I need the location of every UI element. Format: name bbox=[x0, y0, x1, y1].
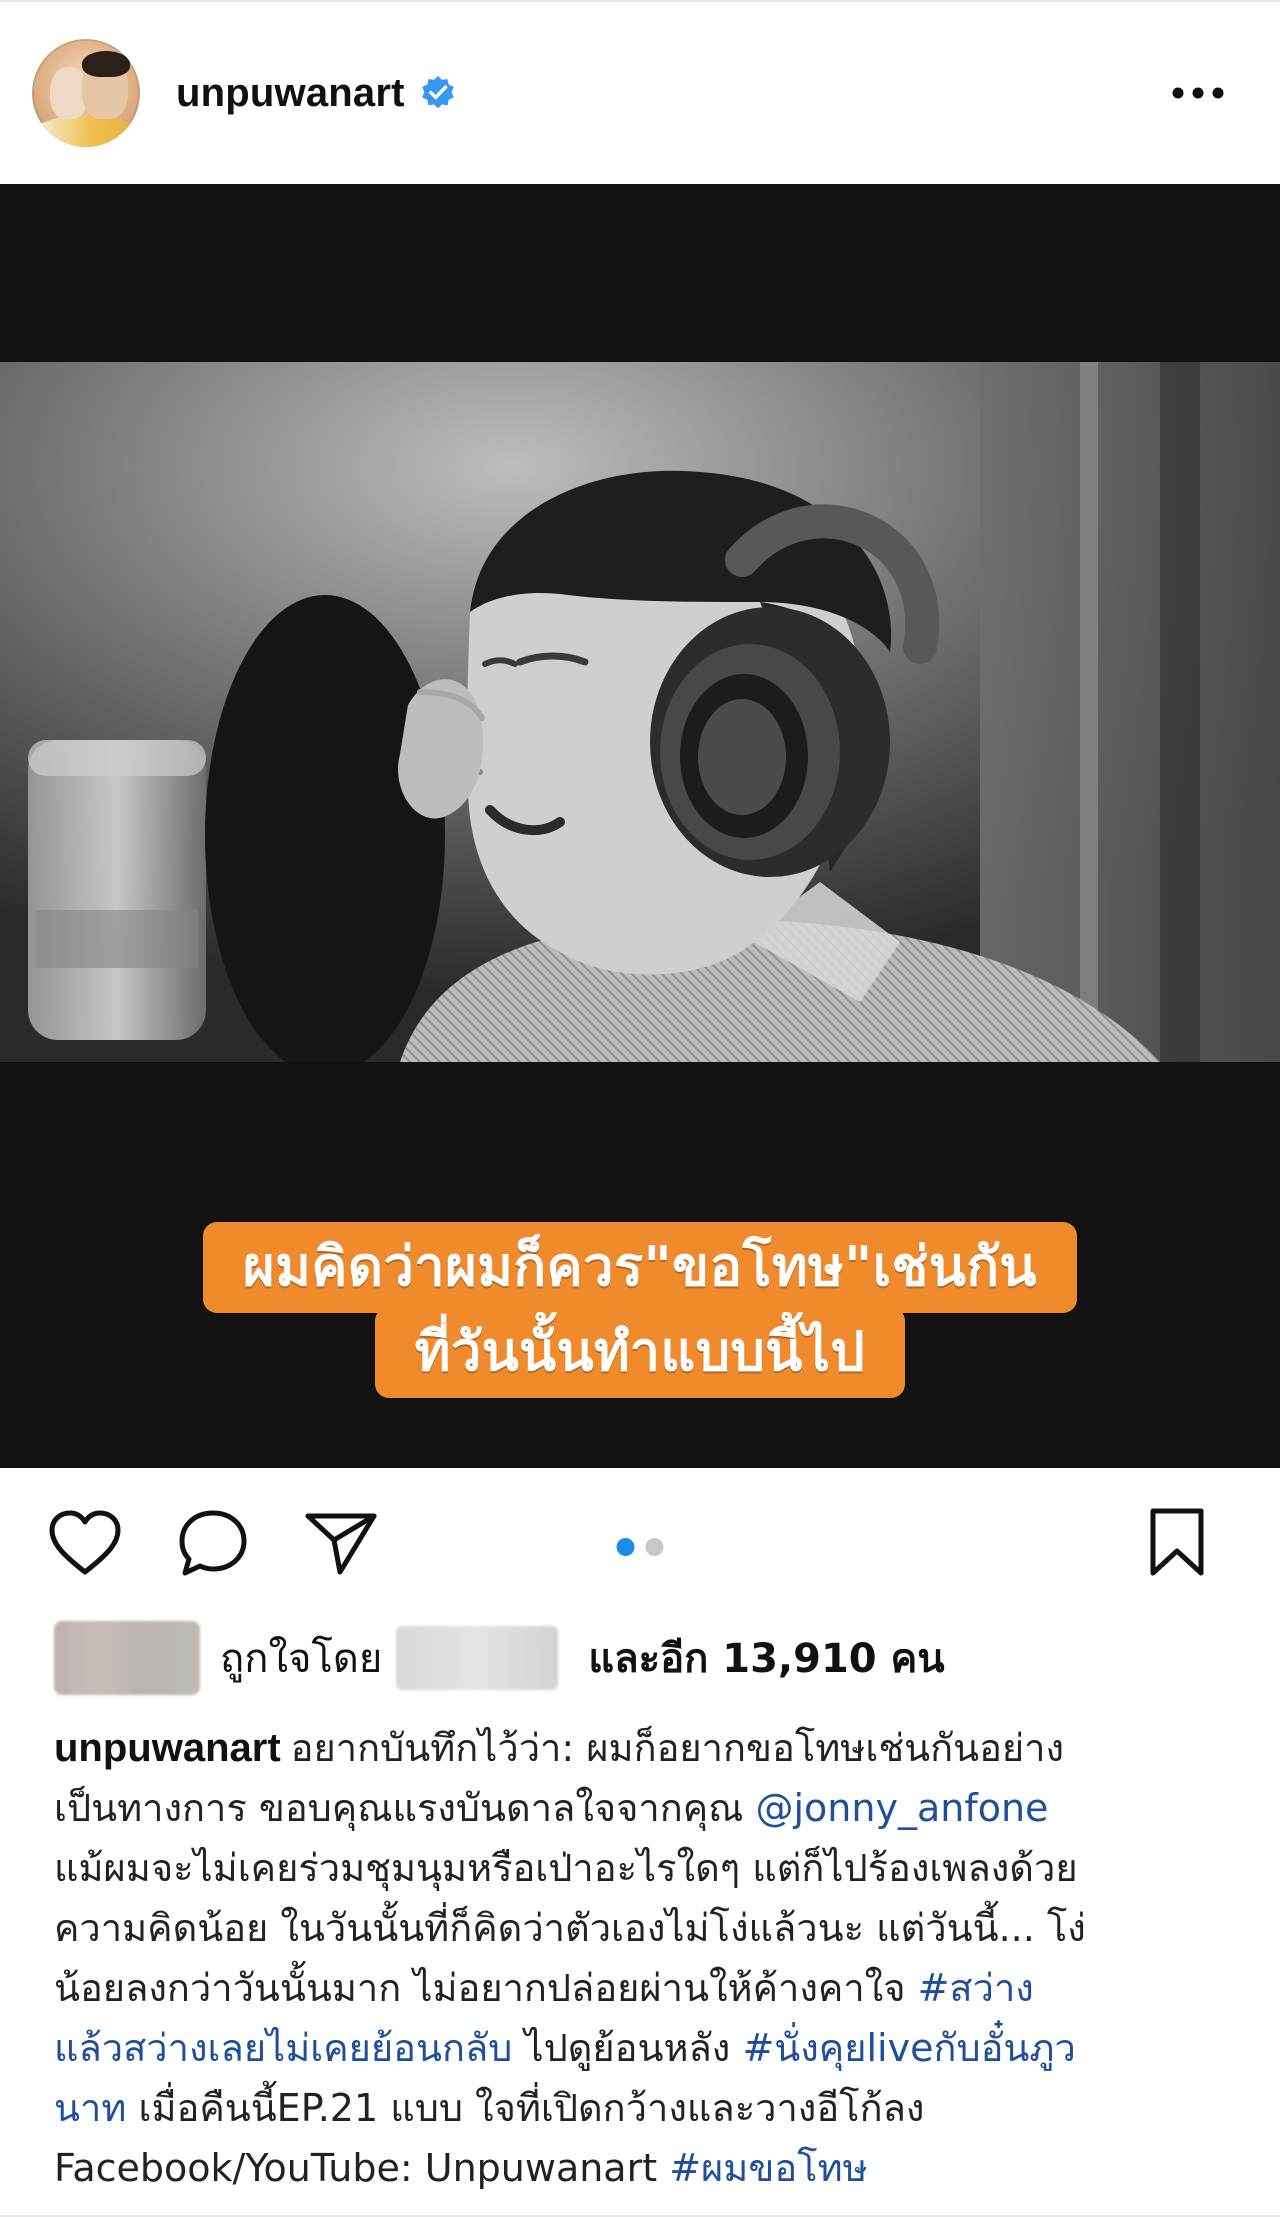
caption-line-6: แล้วสว่างเลยไม่เคยย้อนกลับ ไปดูย้อนหลัง … bbox=[54, 2018, 1234, 2078]
liker-name-blurred[interactable] bbox=[396, 1626, 559, 1690]
more-horizontal-icon bbox=[1172, 87, 1224, 99]
caption-username[interactable]: unpuwanart bbox=[54, 1726, 281, 1770]
caption-line-3: แม้ผมจะไม่เคยร่วมชุมนุมหรือเป่าอะไรใดๆ แ… bbox=[54, 1838, 1234, 1898]
caption-line-8: Facebook/YouTube: Unpuwanart #ผมขอโทษ bbox=[54, 2138, 1234, 2198]
avatar-shirt bbox=[32, 115, 140, 147]
action-bar bbox=[0, 1468, 1280, 1618]
post-header: unpuwanart bbox=[0, 2, 1280, 184]
caption-line-4: ความคิดน้อย ในวันนั้นที่ก็คิดว่าตัวเองไม… bbox=[54, 1898, 1234, 1958]
caption-text: ความคิดน้อย ในวันนั้นที่ก็คิดว่าตัวเองไม… bbox=[54, 1906, 1086, 1950]
avatar-hair bbox=[82, 51, 130, 77]
caption-line-5: น้อยลงกว่าวันนั้นมาก ไม่อยากปล่อยผ่านให้… bbox=[54, 1958, 1234, 2018]
caption-line-1: unpuwanart อยากบันทึกไว้ว่า: ผมก็อยากขอโท… bbox=[54, 1718, 1234, 1778]
video-still bbox=[0, 362, 1280, 1062]
heart-icon bbox=[49, 1510, 121, 1575]
caption-text: เมื่อคืนนี้EP.21 แบบ ใจที่เปิดกว้างและวา… bbox=[126, 2086, 925, 2130]
liker-avatar-blurred[interactable] bbox=[54, 1621, 200, 1695]
instagram-post: unpuwanart ผมคิดว่าผมก็ควร"ขอโทษ"เช่นกัน… bbox=[0, 0, 1280, 2217]
carousel-dot-2 bbox=[645, 1538, 664, 1556]
hashtag-link[interactable]: #นั่งคุยliveกับอั๋นภูว bbox=[742, 2026, 1075, 2070]
likes-summary: ถูกใจโดย และอีก 13,910 คน bbox=[54, 1618, 945, 1698]
caption-text: Facebook/YouTube: Unpuwanart bbox=[54, 2146, 670, 2190]
hashtag-link[interactable]: แล้วสว่างเลยไม่เคยย้อนกลับ bbox=[54, 2026, 512, 2070]
post-username[interactable]: unpuwanart bbox=[176, 73, 405, 113]
avatar[interactable] bbox=[32, 39, 140, 147]
carousel-indicator bbox=[616, 1538, 664, 1556]
more-options-button[interactable] bbox=[1168, 63, 1228, 123]
caption-text: อยากบันทึกไว้ว่า: ผมก็อยากขอโทษเช่นกันอย… bbox=[290, 1726, 1065, 1770]
save-button[interactable] bbox=[1138, 1504, 1216, 1582]
hashtag-link[interactable]: #ผมขอโทษ bbox=[669, 2146, 867, 2190]
send-icon bbox=[305, 1513, 377, 1575]
like-button[interactable] bbox=[46, 1504, 124, 1582]
caption-text: แม้ผมจะไม่เคยร่วมชุมนุมหรือเป่าอะไรใดๆ แ… bbox=[54, 1846, 1078, 1890]
caption-line-2: เป็นทางการ ขอบคุณแรงบันดาลใจจากคุณ @jonn… bbox=[54, 1778, 1234, 1838]
caption-line-7: นาท เมื่อคืนนี้EP.21 แบบ ใจที่เปิดกว้างแ… bbox=[54, 2078, 1234, 2138]
hashtag-link[interactable]: นาท bbox=[54, 2086, 126, 2130]
subtitle-line-1: ผมคิดว่าผมก็ควร"ขอโทษ"เช่นกัน bbox=[203, 1222, 1077, 1313]
share-button[interactable] bbox=[302, 1504, 380, 1582]
carousel-dot-1 bbox=[616, 1538, 635, 1556]
comment-icon bbox=[179, 1510, 247, 1576]
post-caption: unpuwanart อยากบันทึกไว้ว่า: ผมก็อยากขอโท… bbox=[54, 1718, 1234, 2198]
subtitle-line-2: ที่วันนั้นทำแบบนี้ไป bbox=[374, 1306, 906, 1398]
likes-prefix: ถูกใจโดย bbox=[220, 1636, 383, 1682]
hashtag-link[interactable]: #สว่าง bbox=[918, 1966, 1034, 2010]
verified-badge-icon bbox=[419, 74, 457, 112]
caption-text: เป็นทางการ ขอบคุณแรงบันดาลใจจากคุณ bbox=[54, 1786, 756, 1830]
comment-button[interactable] bbox=[174, 1504, 252, 1582]
post-media[interactable]: ผมคิดว่าผมก็ควร"ขอโทษ"เช่นกัน ที่วันนั้น… bbox=[0, 184, 1280, 1468]
caption-text: ไปดูย้อนหลัง bbox=[512, 2026, 743, 2070]
video-subtitle: ผมคิดว่าผมก็ควร"ขอโทษ"เช่นกัน ที่วันนั้น… bbox=[0, 1222, 1280, 1398]
bookmark-icon bbox=[1150, 1508, 1204, 1576]
likes-count[interactable]: และอีก 13,910 คน bbox=[588, 1626, 944, 1690]
mention-link[interactable]: @jonny_anfone bbox=[756, 1786, 1049, 1830]
caption-text: น้อยลงกว่าวันนั้นมาก ไม่อยากปล่อยผ่านให้… bbox=[54, 1966, 918, 2010]
